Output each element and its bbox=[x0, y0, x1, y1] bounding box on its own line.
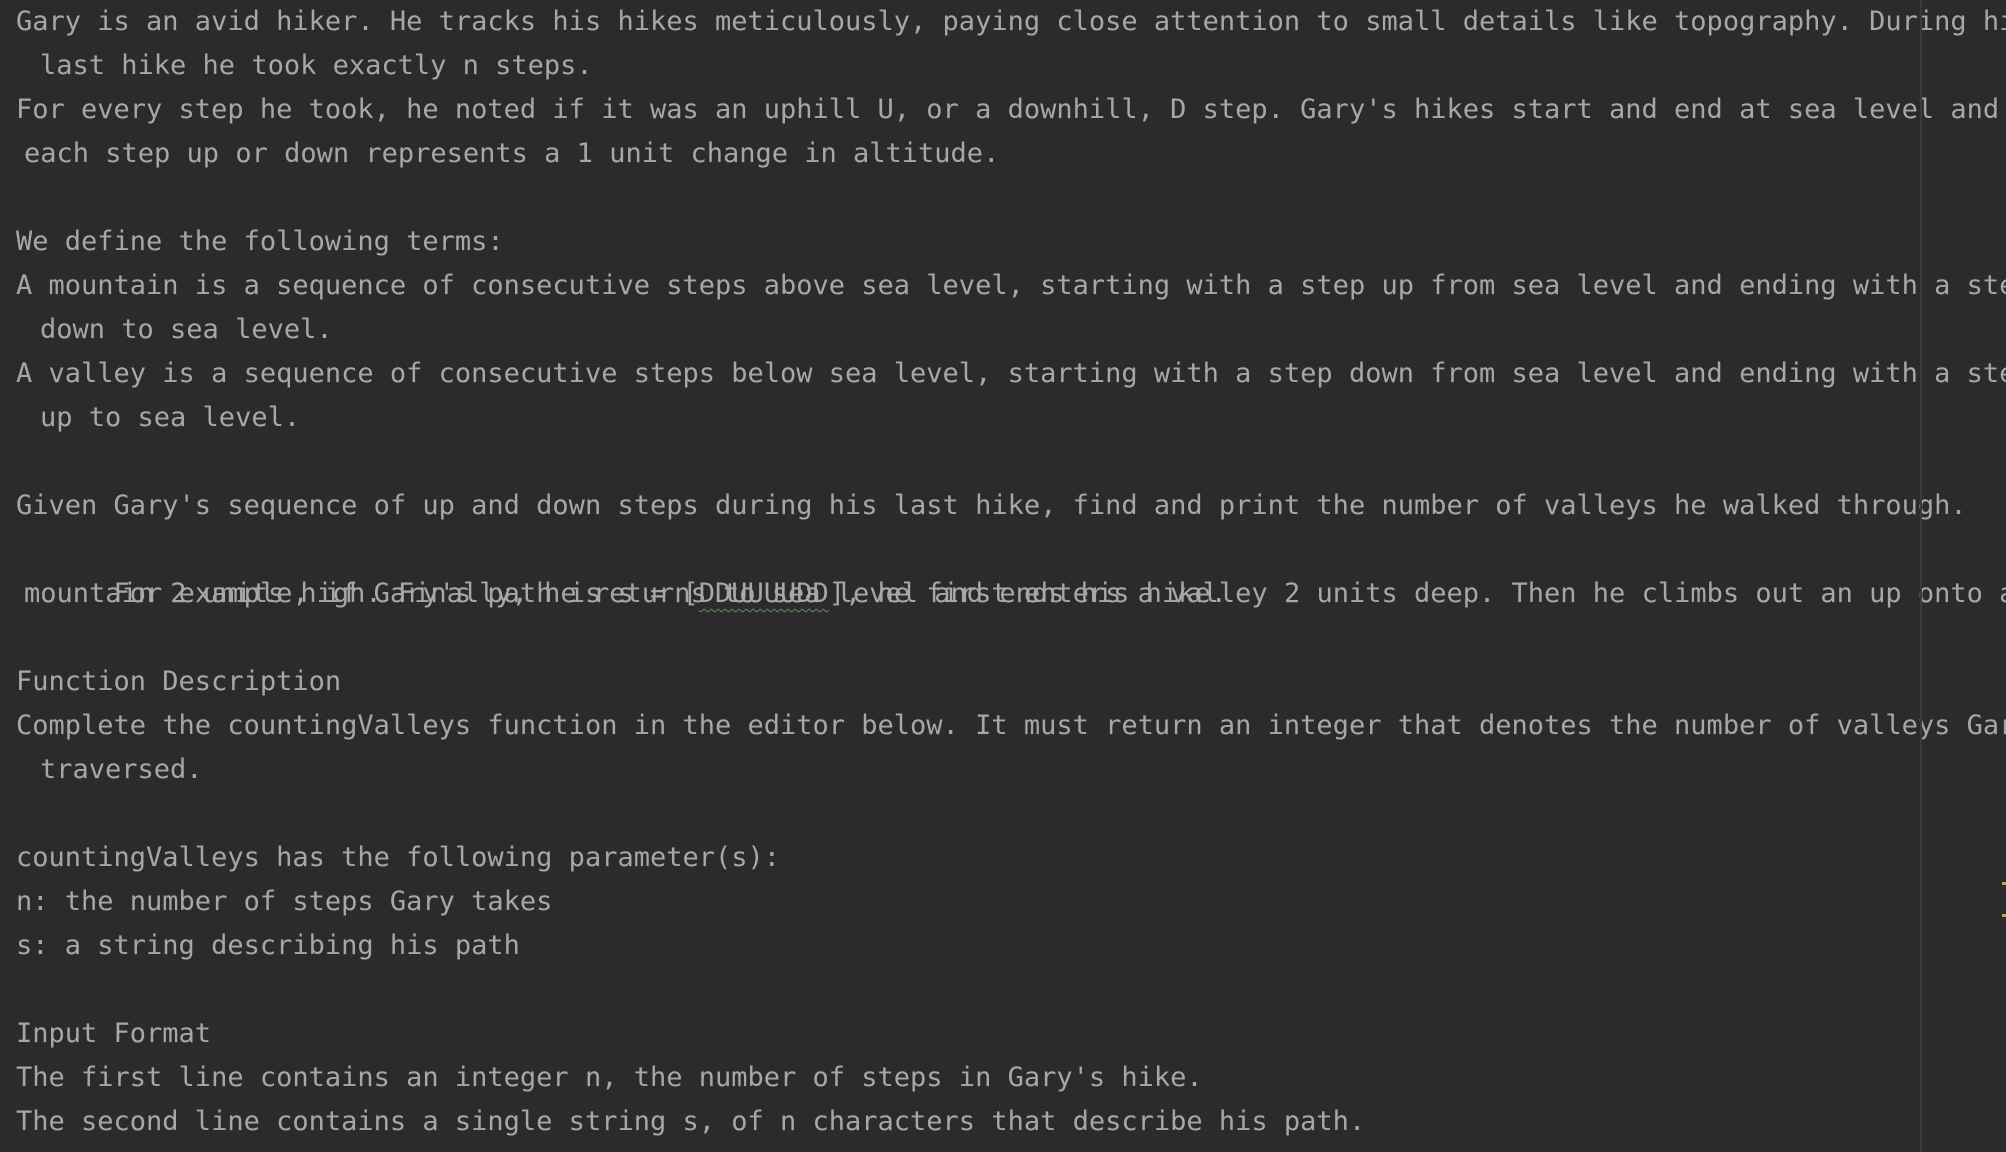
text-line: traversed. bbox=[40, 754, 203, 785]
text-line: Input Format bbox=[16, 1018, 212, 1049]
text-line: Gary is an avid hiker. He tracks his hik… bbox=[16, 6, 2006, 37]
text-line-example: For example, if Gary's path is s = [DDUU… bbox=[16, 528, 2006, 609]
right-margin-guide bbox=[1920, 0, 1922, 1152]
text-line: A mountain is a sequence of consecutive … bbox=[16, 270, 2006, 301]
text-line: s: a string describing his path bbox=[16, 930, 520, 961]
text-line bbox=[16, 792, 2006, 836]
text-line: Function Description bbox=[16, 666, 342, 697]
gutter-marker[interactable] bbox=[2002, 882, 2006, 885]
text-line bbox=[16, 176, 2006, 220]
text-line: mountain 2 units high. Finally, he retur… bbox=[24, 578, 1227, 609]
text-line: countingValleys has the following parame… bbox=[16, 842, 781, 873]
text-line: The second line contains a single string… bbox=[16, 1106, 1366, 1137]
text-line: n: the number of steps Gary takes bbox=[16, 886, 553, 917]
text-line: each step up or down represents a 1 unit… bbox=[24, 138, 1000, 169]
text-line: down to sea level. bbox=[40, 314, 333, 345]
text-line: Complete the countingValleys function in… bbox=[16, 710, 2006, 741]
text-line bbox=[16, 440, 2006, 484]
text-line: last hike he took exactly n steps. bbox=[40, 50, 593, 81]
text-line: Given Gary's sequence of up and down ste… bbox=[16, 490, 1967, 521]
text-line bbox=[16, 616, 2006, 660]
text-content[interactable]: Gary is an avid hiker. He tracks his hik… bbox=[16, 0, 2006, 1144]
text-line: up to sea level. bbox=[40, 402, 301, 433]
editor-view[interactable]: Gary is an avid hiker. He tracks his hik… bbox=[0, 0, 2006, 1152]
text-line: A valley is a sequence of consecutive st… bbox=[16, 358, 2006, 389]
text-line: We define the following terms: bbox=[16, 226, 504, 257]
gutter-marker[interactable] bbox=[2002, 914, 2006, 917]
text-line bbox=[16, 968, 2006, 1012]
text-line: The first line contains an integer n, th… bbox=[16, 1062, 1203, 1093]
text-line: For every step he took, he noted if it w… bbox=[16, 94, 2000, 125]
